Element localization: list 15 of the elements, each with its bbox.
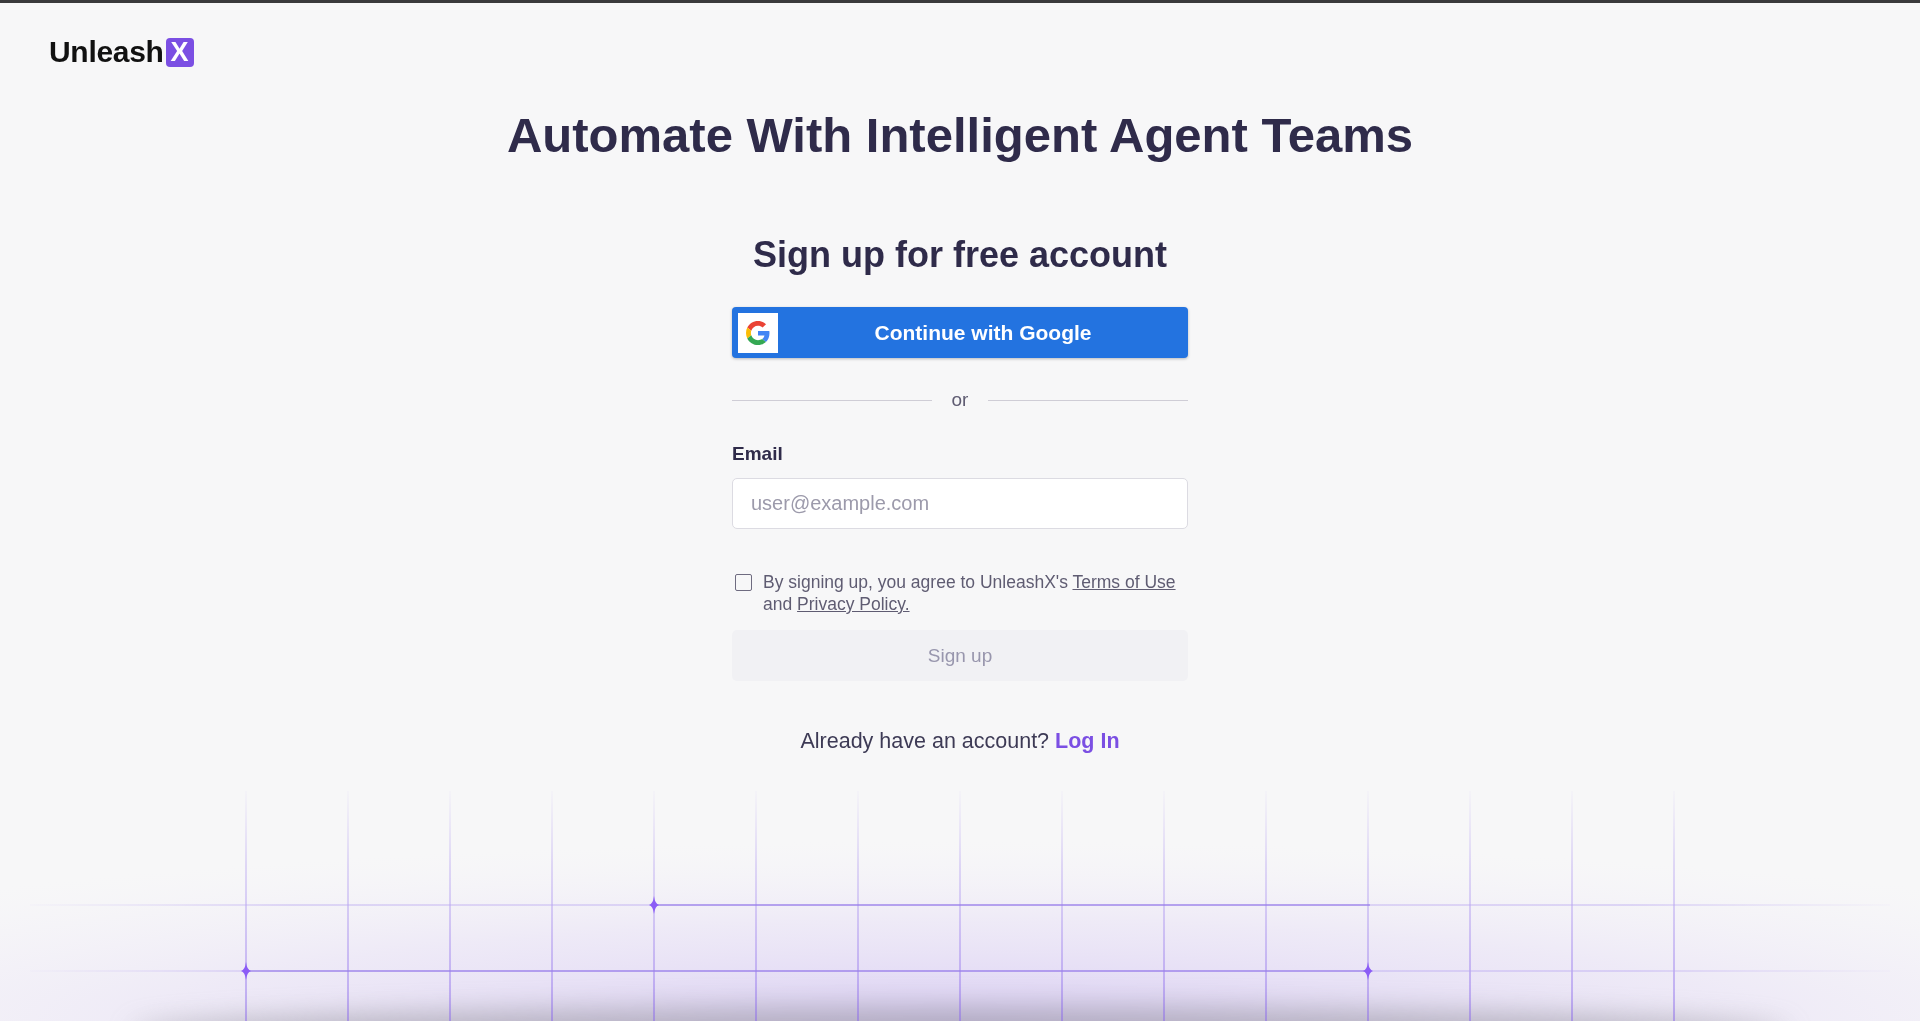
g-logo-icon (738, 312, 778, 353)
form-title: Sign up for free account (752, 233, 1167, 277)
log-in-link[interactable]: Log In (1055, 729, 1120, 753)
google-signin-button[interactable]: Continue with Google (732, 307, 1188, 358)
terms-link[interactable]: Terms of Use (1072, 572, 1176, 592)
consent-checkbox[interactable] (735, 574, 752, 591)
logo-mark: X (165, 37, 194, 67)
headline: Automate With Intelligent Agent Teams (506, 107, 1414, 163)
logo-wordmark: Unleash (49, 37, 164, 67)
divider-text: or (950, 388, 970, 412)
login-prompt: Already have an account? Log In (800, 728, 1120, 754)
email-field[interactable]: user@example.com (732, 478, 1188, 529)
consent-text: By signing up, you agree to UnleashX's Terms of Use and Privacy Policy. (763, 571, 1177, 615)
privacy-link[interactable]: Privacy Policy. (797, 594, 910, 614)
email-label: Email (732, 442, 783, 466)
